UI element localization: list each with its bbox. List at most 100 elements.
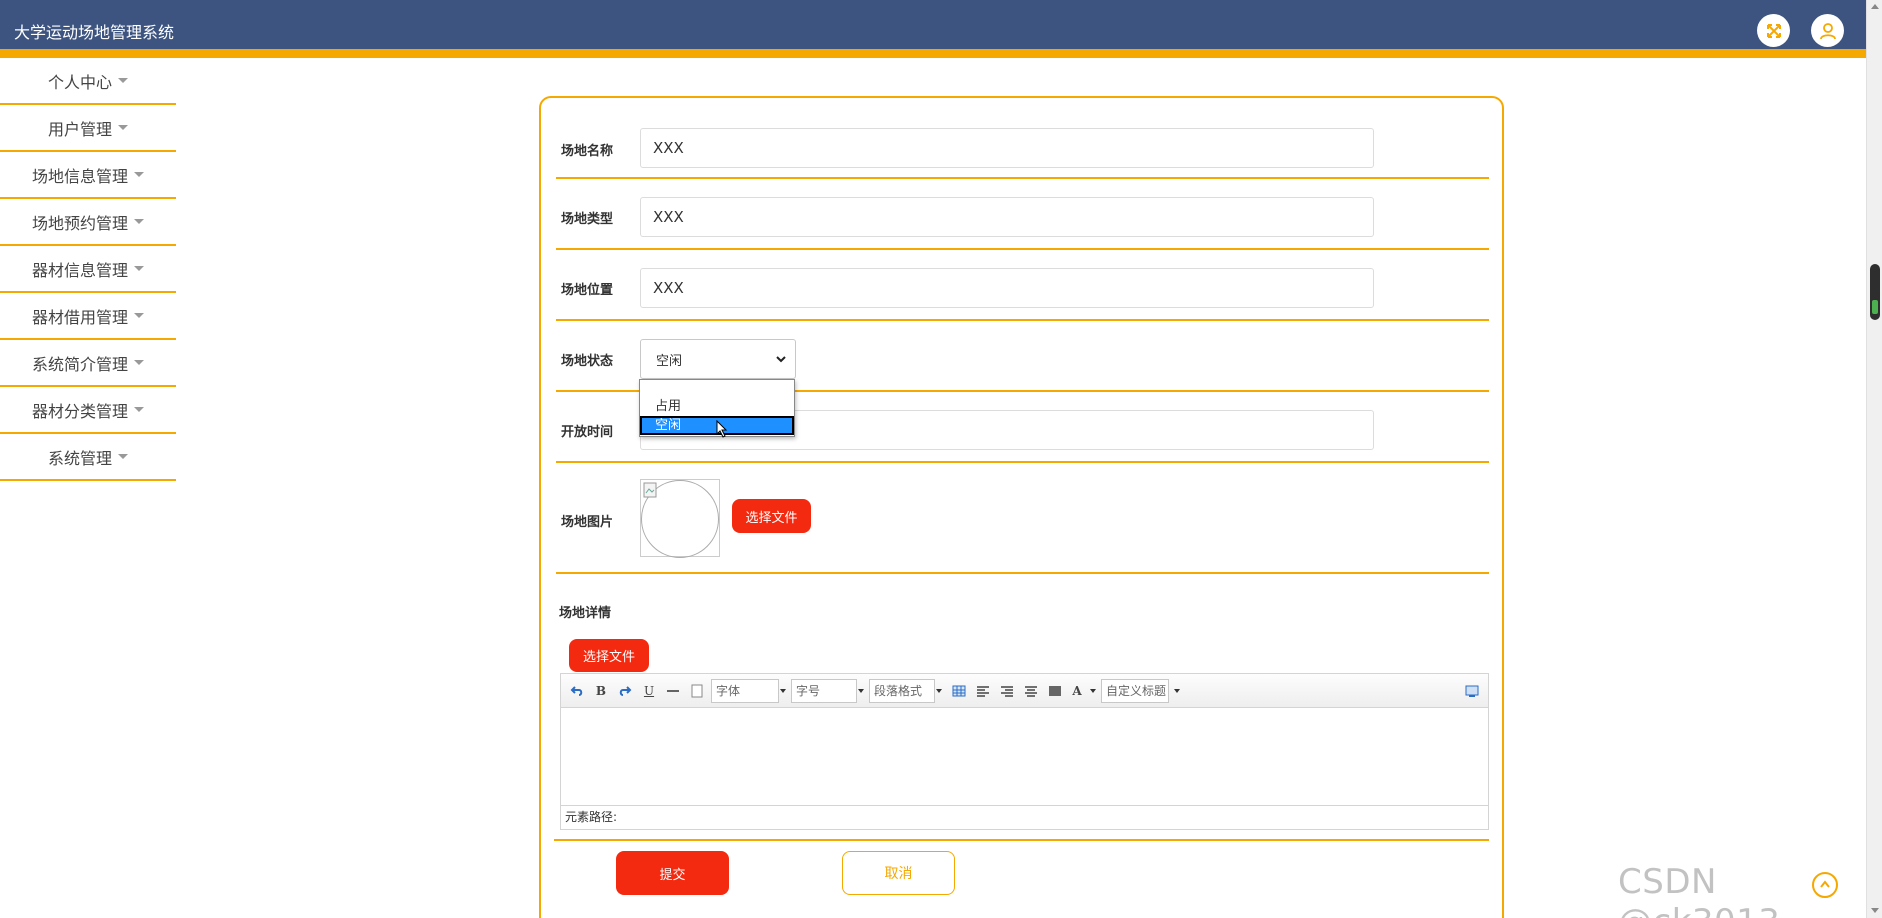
scrollbar-grip xyxy=(1872,300,1878,314)
form-row-image: 场地图片 选择文件 xyxy=(556,463,1489,574)
app-root: 大学运动场地管理系统 个人中心 用户管理 场地信息管理 场地预约管理 器材信息管… xyxy=(0,0,1882,918)
details-label: 场地详情 xyxy=(559,606,612,621)
user-icon xyxy=(1819,22,1836,39)
field-label: 场地位置 xyxy=(561,283,614,298)
fullscreen-icon xyxy=(1766,23,1781,38)
font-color-dropdown[interactable] xyxy=(1089,680,1097,702)
dropdown-arrow-icon xyxy=(1174,688,1180,693)
venue-location-input[interactable]: XXX xyxy=(640,268,1374,308)
element-path-bar: 元素路径: xyxy=(561,805,1488,829)
align-left-icon[interactable] xyxy=(973,680,993,702)
caret-down-icon xyxy=(134,407,144,412)
bold-button[interactable]: B xyxy=(591,680,611,702)
sidebar-item-label: 个人中心 xyxy=(47,72,112,92)
caret-down-icon xyxy=(134,219,144,224)
venue-type-input[interactable]: XXX xyxy=(640,197,1374,237)
form-row-location: 场地位置 XXX xyxy=(556,250,1489,321)
undo-icon[interactable] xyxy=(567,680,587,702)
custom-title-dropdown[interactable] xyxy=(1173,680,1181,702)
page-scrollbar[interactable] xyxy=(1866,0,1882,918)
arrow-up-icon xyxy=(1820,880,1830,888)
custom-title-select[interactable]: 自定义标题 xyxy=(1101,678,1169,703)
sidebar-item-label: 器材借用管理 xyxy=(31,307,128,327)
font-family-select[interactable]: 字体 xyxy=(711,678,786,703)
form-divider xyxy=(554,839,1489,841)
cancel-button[interactable]: 取消 xyxy=(842,851,955,895)
sidebar-item-system-management[interactable]: 系统管理 xyxy=(0,434,176,481)
sidebar-item-equipment-category[interactable]: 器材分类管理 xyxy=(0,387,176,434)
sidebar-item-personal-center[interactable]: 个人中心 xyxy=(0,58,176,105)
editor-toolbar: B U 字体 字号 段落格式 A 自定义标题 xyxy=(561,674,1488,708)
font-family-value: 字体 xyxy=(716,684,741,698)
sidebar-item-label: 场地预约管理 xyxy=(31,213,128,233)
sidebar-item-label: 系统简介管理 xyxy=(31,354,128,374)
fullscreen-button[interactable] xyxy=(1757,14,1790,47)
sidebar-item-label: 器材信息管理 xyxy=(31,260,128,280)
sidebar-item-equipment-info[interactable]: 器材信息管理 xyxy=(0,246,176,293)
select-value: 空闲 xyxy=(656,353,683,369)
app-title: 大学运动场地管理系统 xyxy=(14,23,175,42)
custom-title-value: 自定义标题 xyxy=(1106,684,1167,698)
scroll-up-arrow-icon[interactable] xyxy=(1871,4,1879,9)
clear-format-icon[interactable] xyxy=(687,680,707,702)
caret-down-icon xyxy=(118,454,128,459)
header-accent-stripe xyxy=(0,49,1866,58)
sidebar-item-label: 场地信息管理 xyxy=(31,166,128,186)
submit-button[interactable]: 提交 xyxy=(616,851,729,895)
field-label: 场地类型 xyxy=(561,212,614,227)
underline-button[interactable]: U xyxy=(639,680,659,702)
dropdown-arrow-icon xyxy=(780,688,786,693)
mouse-cursor-icon xyxy=(716,420,728,438)
sidebar: 个人中心 用户管理 场地信息管理 场地预约管理 器材信息管理 器材借用管理 系统… xyxy=(0,58,176,481)
scrollbar-thumb[interactable] xyxy=(1870,264,1880,320)
caret-down-icon xyxy=(134,266,144,271)
align-justify-icon[interactable] xyxy=(1045,680,1065,702)
sidebar-item-label: 系统管理 xyxy=(47,448,112,468)
dropdown-arrow-icon xyxy=(936,688,942,693)
align-center-icon[interactable] xyxy=(1021,680,1041,702)
sidebar-item-user-management[interactable]: 用户管理 xyxy=(0,105,176,152)
caret-down-icon xyxy=(134,360,144,365)
font-size-value: 字号 xyxy=(796,684,821,698)
image-upload-button[interactable]: 选择文件 xyxy=(732,499,811,533)
sidebar-item-label: 用户管理 xyxy=(47,119,112,139)
watermark: CSDN @ck3013 xyxy=(1618,862,1780,918)
user-button[interactable] xyxy=(1811,14,1844,47)
paragraph-format-value: 段落格式 xyxy=(874,684,923,698)
align-right-icon[interactable] xyxy=(997,680,1017,702)
status-option-occupied[interactable]: 占用 xyxy=(640,397,794,416)
font-size-select[interactable]: 字号 xyxy=(791,678,864,703)
form-row-name: 场地名称 XXX xyxy=(556,98,1489,179)
paragraph-format-select[interactable]: 段落格式 xyxy=(869,678,942,703)
editor-content-area[interactable] xyxy=(561,708,1488,805)
horizontal-rule-icon[interactable] xyxy=(663,680,683,702)
sidebar-item-label: 器材分类管理 xyxy=(31,401,128,421)
broken-image-icon xyxy=(643,482,657,498)
venue-name-input[interactable]: XXX xyxy=(640,128,1374,168)
field-label: 场地名称 xyxy=(561,144,614,159)
back-to-top-button[interactable] xyxy=(1812,872,1838,898)
table-icon[interactable] xyxy=(949,680,969,702)
field-label: 场地图片 xyxy=(561,515,614,530)
caret-down-icon xyxy=(134,313,144,318)
field-label: 开放时间 xyxy=(561,425,614,440)
caret-down-icon xyxy=(134,172,144,177)
sidebar-item-venue-info[interactable]: 场地信息管理 xyxy=(0,152,176,199)
font-color-button[interactable]: A xyxy=(1069,680,1085,702)
rich-text-editor: B U 字体 字号 段落格式 A 自定义标题 元素路径: xyxy=(560,673,1489,830)
venue-image-preview xyxy=(640,479,720,558)
caret-down-icon xyxy=(118,78,128,83)
caret-down-icon xyxy=(118,125,128,130)
sidebar-item-venue-booking[interactable]: 场地预约管理 xyxy=(0,199,176,246)
redo-icon[interactable] xyxy=(615,680,635,702)
fullscreen-editor-icon[interactable] xyxy=(1462,680,1482,702)
venue-status-select[interactable]: 空闲 xyxy=(640,339,796,379)
field-label: 场地状态 xyxy=(561,354,614,369)
dropdown-arrow-icon xyxy=(858,688,864,693)
chevron-down-icon xyxy=(776,356,786,363)
form-row-type: 场地类型 XXX xyxy=(556,179,1489,250)
sidebar-item-system-intro[interactable]: 系统简介管理 xyxy=(0,340,176,387)
details-upload-button[interactable]: 选择文件 xyxy=(569,639,649,672)
top-header: 大学运动场地管理系统 xyxy=(0,0,1866,58)
sidebar-item-equipment-borrow[interactable]: 器材借用管理 xyxy=(0,293,176,340)
